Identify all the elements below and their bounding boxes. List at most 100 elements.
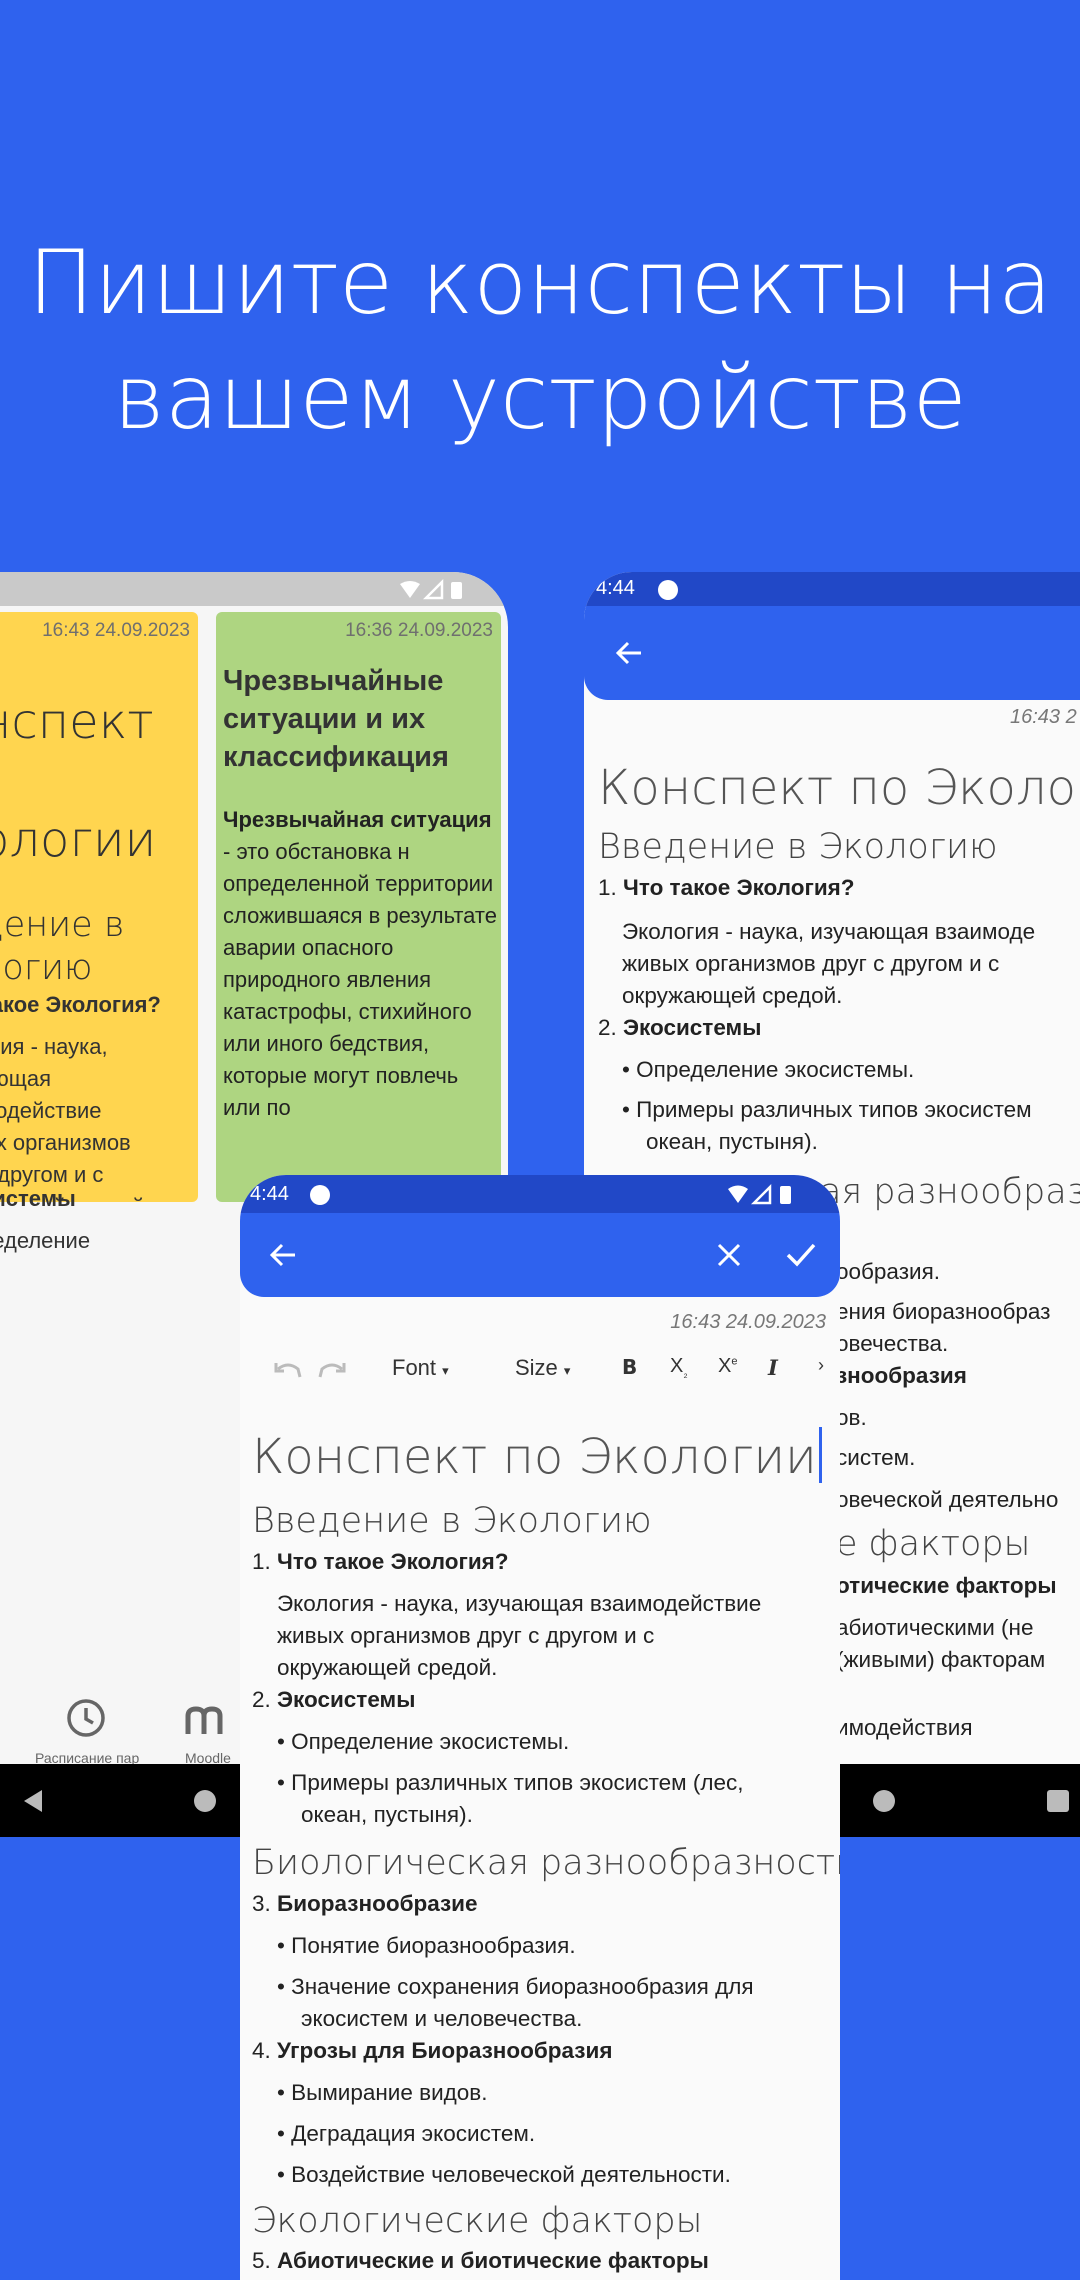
- list-item-label: Что такое Экология?: [277, 1549, 509, 1574]
- note-text-line: системы: [0, 1186, 76, 1211]
- paragraph-line: живых организмов друг с другом и с: [622, 951, 1000, 976]
- paragraph-line: Экология - наука, изучающая взаимодейств…: [277, 1591, 762, 1616]
- bullet-item: • Воздействие человеческой деятельности.: [277, 2162, 731, 2187]
- font-dropdown[interactable]: Font ▾: [392, 1355, 449, 1381]
- note-title-line: ологии: [0, 812, 157, 868]
- paragraph-line: ов.: [836, 1405, 867, 1430]
- caret-down-icon: ▾: [442, 1363, 449, 1378]
- paragraph-line: овеческой деятельно: [836, 1487, 1059, 1512]
- status-bar: [0, 572, 508, 606]
- note-text-line: модействие: [0, 1098, 102, 1123]
- list-item-label: Что такое Экология?: [623, 875, 855, 900]
- paragraph-line: живых организмов друг с другом и с: [277, 1623, 655, 1648]
- note-content: Чрезвычайные ситуации и их классификация…: [223, 662, 498, 1124]
- note-bold-term: Чрезвычайная ситуация: [223, 807, 492, 832]
- size-dropdown[interactable]: Size ▾: [515, 1355, 570, 1381]
- status-time: 4:44: [596, 577, 635, 599]
- bullet-text: Значение сохранения биоразнообразия для: [291, 1974, 754, 1999]
- bullet-text: Понятие биоразнообразия.: [291, 1933, 576, 1958]
- notification-dot-icon: [310, 1185, 330, 1205]
- note-text-line: с другом и с: [0, 1162, 104, 1187]
- more-right-icon[interactable]: ›: [818, 1355, 824, 1376]
- note-title: Конспект по Экологи: [598, 760, 1080, 816]
- note-card-emergency[interactable]: 16:36 24.09.2023 Чрезвычайные ситуации и…: [216, 612, 501, 1202]
- app-bar: [584, 606, 1080, 700]
- list-item: 3. Биоразнообразие: [252, 1891, 478, 1916]
- italic-icon[interactable]: I: [768, 1355, 778, 1380]
- section-heading: Биологическая разнообразность: [252, 1843, 840, 1883]
- note-title-line: нспект: [0, 694, 154, 750]
- bold-icon[interactable]: B: [622, 1355, 637, 1379]
- bullet-text: Примеры различных типов экосистем (лес,: [291, 1770, 744, 1795]
- close-icon[interactable]: [716, 1242, 742, 1268]
- list-item-label: Биоразнообразие: [277, 1891, 478, 1916]
- back-arrow-icon[interactable]: [268, 1240, 298, 1270]
- note-date: 16:43 2: [1010, 706, 1077, 728]
- list-item: 1. Что такое Экология?: [252, 1549, 509, 1574]
- section-heading: е факторы: [836, 1524, 1031, 1564]
- paragraph-line: отические факторы: [836, 1573, 1057, 1598]
- bullet-text-cont: океан, пустыня).: [646, 1129, 818, 1154]
- paragraph-line: знообразия: [836, 1363, 967, 1388]
- status-bar: 4:44: [584, 572, 1080, 606]
- bullet-text-cont: экосистем и человечества.: [301, 2006, 583, 2031]
- list-item-label: Экосистемы: [623, 1015, 762, 1040]
- back-nav-icon[interactable]: [20, 1788, 46, 1814]
- bullet-item: • Значение сохранения биоразнообразия дл…: [277, 1974, 754, 1999]
- text-cursor: [818, 1427, 822, 1483]
- clock-icon[interactable]: [65, 1697, 107, 1739]
- note-title-text: Конспект по Экологии: [252, 1429, 817, 1485]
- note-date: 16:43 24.09.2023: [670, 1311, 826, 1333]
- bullet-item: • Вымирание видов.: [277, 2080, 488, 2105]
- note-card-ecology[interactable]: 16:43 24.09.2023 нспект ологии дение в л…: [0, 612, 198, 1202]
- note-editor-screen: 4:44 16:43 24.09.2023 Font ▾ Size ▾ B X₂…: [240, 1175, 840, 2280]
- recents-nav-icon[interactable]: [1046, 1789, 1070, 1813]
- back-arrow-icon[interactable]: [614, 638, 644, 668]
- paragraph-line: овечества.: [836, 1331, 949, 1356]
- home-nav-icon[interactable]: [872, 1789, 896, 1813]
- redo-icon[interactable]: [318, 1359, 346, 1381]
- bullet-item: • Примеры различных типов экосистем (лес…: [277, 1770, 744, 1795]
- bullet-item: • Деградация экосистем.: [277, 2121, 536, 2146]
- status-time: 4:44: [250, 1183, 289, 1205]
- paragraph-line: имодействия: [836, 1715, 973, 1740]
- list-item: 1. Что такое Экология?: [598, 875, 855, 900]
- paragraph-line: Экология - наука, изучающая взаимоде: [622, 919, 1036, 944]
- editor-app-bar: [240, 1213, 840, 1297]
- list-item-label: Экосистемы: [277, 1687, 416, 1712]
- caret-down-icon: ▾: [563, 1363, 571, 1378]
- paragraph-line: абиотическими (не: [836, 1615, 1034, 1640]
- note-title: Чрезвычайные ситуации и их классификация: [223, 665, 449, 773]
- note-text-line: ающая: [0, 1066, 51, 1091]
- note-date: 16:36 24.09.2023: [345, 620, 493, 641]
- home-nav-icon[interactable]: [193, 1789, 217, 1813]
- paragraph-line: систем.: [836, 1445, 916, 1470]
- list-item-label: Абиотические и биотические факторы: [277, 2248, 709, 2273]
- font-dropdown-label: Font: [392, 1355, 437, 1380]
- paragraph-line: окружающей средой.: [622, 983, 843, 1008]
- list-item: 4. Угрозы для Биоразнообразия: [252, 2038, 613, 2063]
- bullet-text: Воздействие человеческой деятельности.: [291, 2162, 731, 2187]
- check-icon[interactable]: [786, 1242, 816, 1268]
- section-heading: Экологические факторы: [252, 2201, 703, 2241]
- note-text-line: такое Экология?: [0, 992, 161, 1017]
- bullet-text-cont: океан, пустыня).: [301, 1802, 473, 1827]
- hero-line-1: Пишите конспекты на: [27, 231, 1053, 334]
- bullet-item: • Определение экосистемы.: [277, 1729, 570, 1754]
- status-icons: [400, 579, 462, 600]
- moodle-icon[interactable]: [185, 1700, 225, 1736]
- superscript-icon[interactable]: Xe: [718, 1355, 737, 1378]
- paragraph-line: окружающей средой.: [277, 1655, 498, 1680]
- note-text-line: ределение: [0, 1228, 91, 1253]
- size-dropdown-label: Size: [515, 1355, 558, 1380]
- paragraph-line: ения биоразнообраз: [836, 1299, 1051, 1324]
- subscript-icon[interactable]: X₂: [670, 1355, 688, 1380]
- status-bar: 4:44: [240, 1175, 840, 1213]
- list-item: 2. Экосистемы: [252, 1687, 416, 1712]
- bullet-item: • Примеры различных типов экосистем: [622, 1097, 1032, 1122]
- undo-icon[interactable]: [274, 1359, 302, 1381]
- paragraph-line: (живыми) факторам: [836, 1647, 1046, 1672]
- section-heading: ая разнообразн: [820, 1172, 1080, 1212]
- note-title[interactable]: Конспект по Экологии: [252, 1427, 822, 1485]
- note-text: Чрезвычайная ситуация - это обстановка н…: [223, 804, 498, 1124]
